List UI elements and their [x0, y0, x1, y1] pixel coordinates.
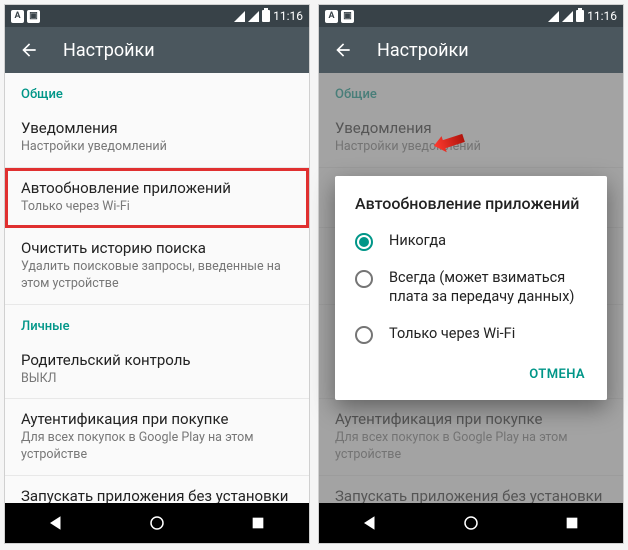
- cursor-arrow-icon: [432, 131, 466, 161]
- radio-option-always[interactable]: Всегда (может взиматься плата за передач…: [335, 260, 607, 316]
- item-instant[interactable]: Запускать приложения без установки Управ…: [5, 476, 309, 503]
- radio-label: Никогда: [389, 232, 446, 251]
- appbar-title: Настройки: [63, 40, 155, 61]
- battery-icon: [576, 10, 584, 22]
- nav-bar: [319, 503, 623, 543]
- item-title: Запускать приложения без установки: [21, 487, 293, 503]
- back-arrow-icon[interactable]: [333, 40, 353, 60]
- settings-list: Общие Уведомления Настройки уведомлений …: [5, 73, 309, 503]
- item-sub: Для всех покупок в Google Play на этом у…: [21, 430, 293, 464]
- cancel-button[interactable]: ОТМЕНА: [521, 361, 593, 388]
- section-personal: Личные: [5, 305, 309, 340]
- app-bar: Настройки: [319, 27, 623, 73]
- status-icon-a: A: [11, 10, 24, 23]
- nav-bar: [5, 503, 309, 543]
- appbar-title: Настройки: [377, 40, 469, 61]
- item-autoupdate[interactable]: Автообновление приложений Только через W…: [5, 168, 309, 228]
- dialog-title: Автообновление приложений: [335, 194, 607, 223]
- radio-icon: [355, 270, 373, 288]
- item-sub: Удалить поисковые запросы, введенные на …: [21, 259, 293, 293]
- status-icon-b: ▣: [27, 10, 40, 23]
- section-general: Общие: [5, 73, 309, 108]
- nav-home-icon[interactable]: [147, 513, 167, 533]
- app-bar: Настройки: [5, 27, 309, 73]
- battery-icon: [262, 10, 270, 22]
- item-sub: Только через Wi-Fi: [21, 199, 293, 216]
- item-title: Очистить историю поиска: [21, 239, 293, 257]
- status-icon-a: A: [325, 10, 338, 23]
- item-parental[interactable]: Родительский контроль ВЫКЛ: [5, 340, 309, 400]
- wifi-icon: [234, 11, 245, 22]
- back-arrow-icon[interactable]: [19, 40, 39, 60]
- radio-option-wifi[interactable]: Только через Wi-Fi: [335, 316, 607, 353]
- autoupdate-dialog: Автообновление приложений Никогда Всегда…: [335, 176, 607, 400]
- item-title: Уведомления: [21, 119, 293, 137]
- dialog-scrim[interactable]: Автообновление приложений Никогда Всегда…: [319, 73, 623, 503]
- phone-right: A ▣ 11:16 Настройки Общие Уведомления На…: [318, 4, 624, 544]
- radio-label: Всегда (может взиматься плата за передач…: [389, 269, 587, 307]
- status-time: 11:16: [587, 9, 617, 23]
- radio-option-never[interactable]: Никогда: [335, 223, 607, 260]
- status-icon-b: ▣: [341, 10, 354, 23]
- nav-back-icon[interactable]: [360, 513, 380, 533]
- nav-back-icon[interactable]: [46, 513, 66, 533]
- radio-icon: [355, 233, 373, 251]
- signal-icon: [562, 11, 573, 22]
- wifi-icon: [548, 11, 559, 22]
- item-clear-history[interactable]: Очистить историю поиска Удалить поисковы…: [5, 228, 309, 305]
- phone-left: A ▣ 11:16 Настройки Общие Уведомления На…: [4, 4, 310, 544]
- nav-recent-icon[interactable]: [562, 513, 582, 533]
- item-sub: Настройки уведомлений: [21, 139, 293, 156]
- status-time: 11:16: [273, 9, 303, 23]
- item-title: Родительский контроль: [21, 351, 293, 369]
- signal-icon: [248, 11, 259, 22]
- radio-icon: [355, 326, 373, 344]
- item-title: Автообновление приложений: [21, 179, 293, 197]
- item-title: Аутентификация при покупке: [21, 410, 293, 428]
- status-bar: A ▣ 11:16: [5, 5, 309, 27]
- item-auth[interactable]: Аутентификация при покупке Для всех поку…: [5, 399, 309, 476]
- item-notifications[interactable]: Уведомления Настройки уведомлений: [5, 108, 309, 168]
- radio-label: Только через Wi-Fi: [389, 325, 515, 344]
- nav-home-icon[interactable]: [461, 513, 481, 533]
- nav-recent-icon[interactable]: [248, 513, 268, 533]
- status-bar: A ▣ 11:16: [319, 5, 623, 27]
- item-sub: ВЫКЛ: [21, 371, 293, 388]
